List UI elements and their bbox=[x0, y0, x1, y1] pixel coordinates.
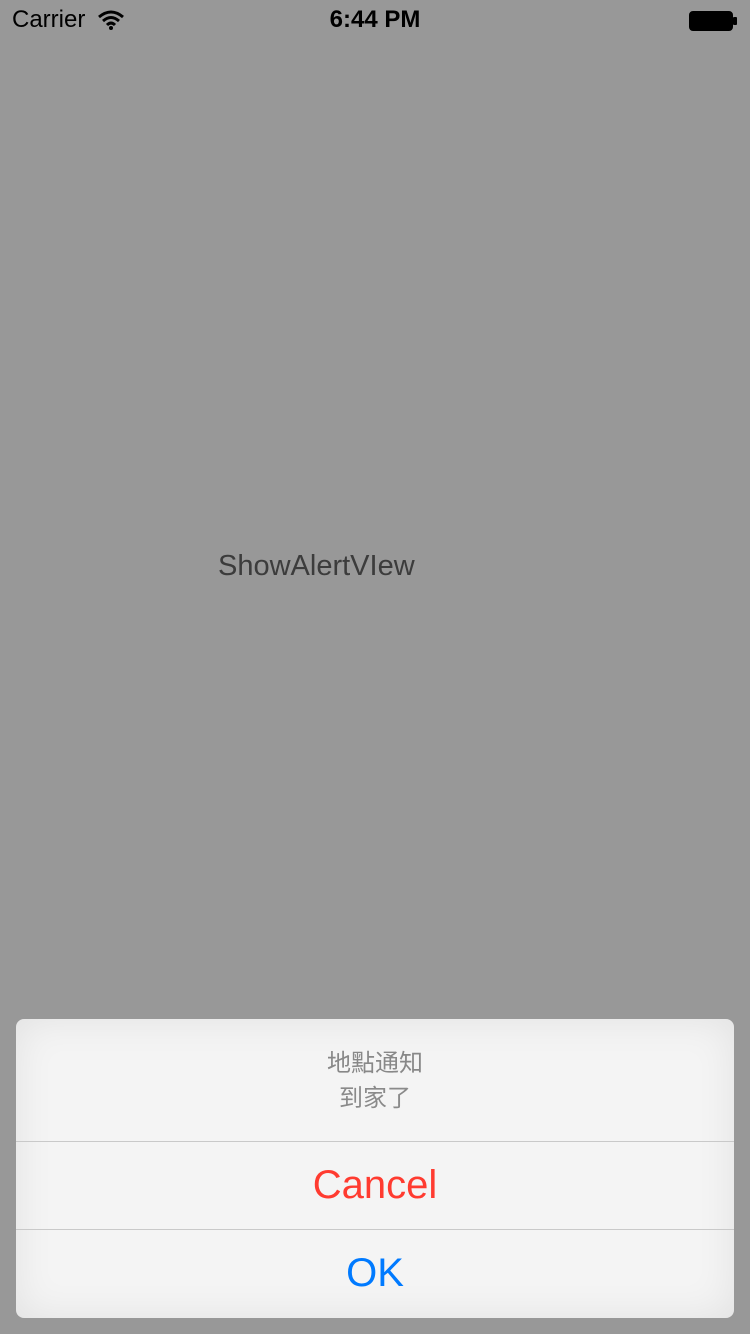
show-alert-view-label: ShowAlertVIew bbox=[218, 550, 415, 582]
action-sheet: 地點通知 到家了 Cancel OK bbox=[16, 1019, 734, 1318]
cancel-button[interactable]: Cancel bbox=[16, 1142, 734, 1230]
status-bar: Carrier 6:44 PM bbox=[0, 0, 750, 40]
action-sheet-title: 地點通知 bbox=[327, 1050, 423, 1077]
action-sheet-message: 到家了 bbox=[339, 1085, 411, 1112]
battery-icon bbox=[689, 11, 737, 31]
action-sheet-header: 地點通知 到家了 bbox=[16, 1019, 734, 1142]
status-time: 6:44 PM bbox=[329, 6, 421, 33]
ok-button[interactable]: OK bbox=[16, 1230, 734, 1317]
